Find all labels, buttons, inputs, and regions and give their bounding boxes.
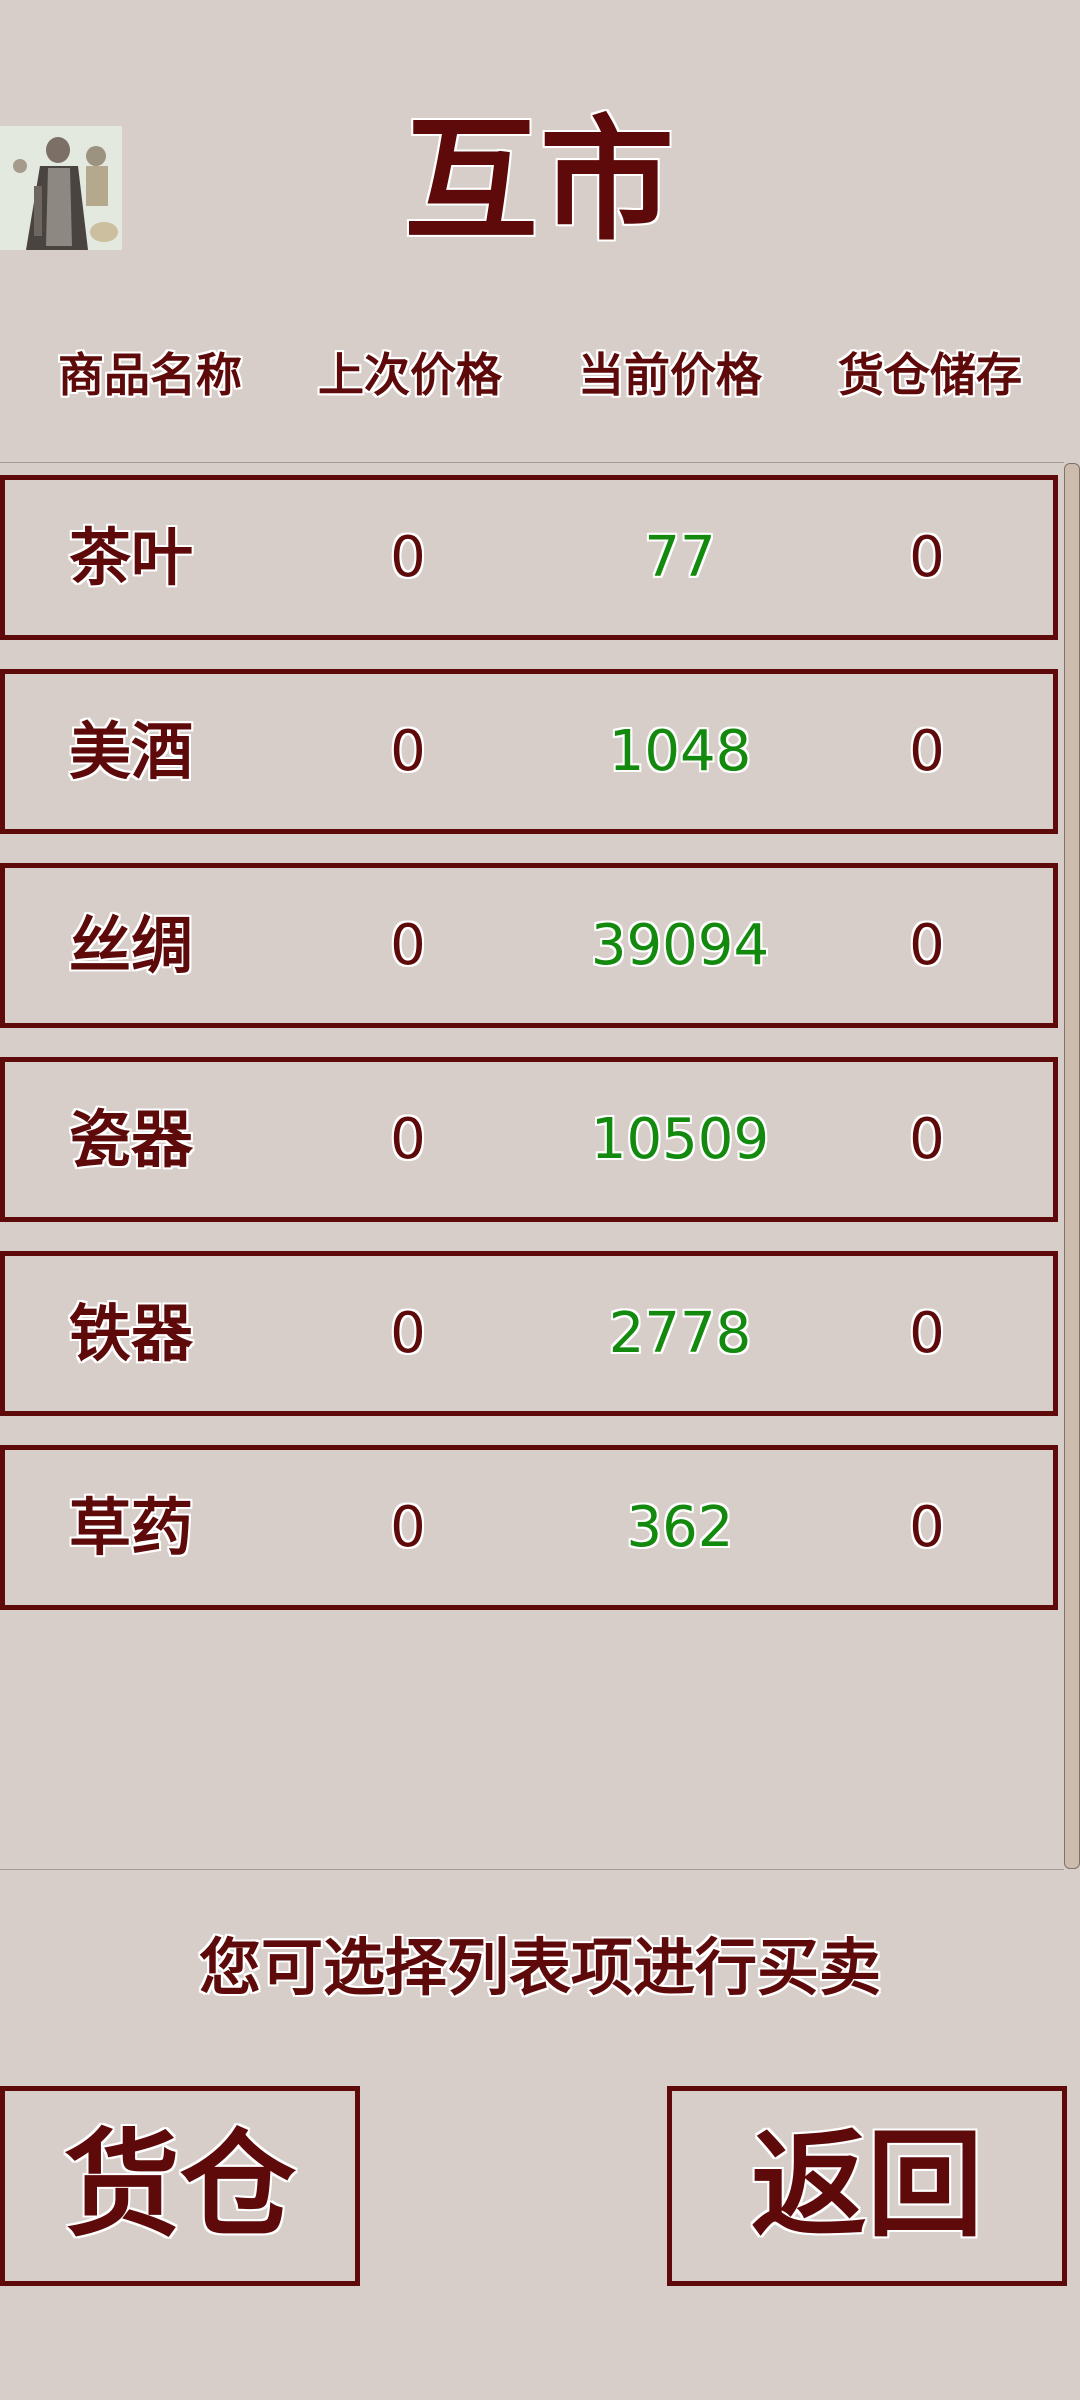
header-item-name: 商品名称 — [58, 348, 242, 402]
last-price: 0 — [390, 1107, 426, 1172]
goods-name: 茶叶 — [69, 521, 194, 594]
goods-row-tea[interactable]: 茶叶 0 77 0 — [0, 475, 1058, 640]
goods-row-silk[interactable]: 丝绸 0 39094 0 — [0, 863, 1058, 1028]
last-price: 0 — [390, 1301, 426, 1366]
goods-name: 美酒 — [69, 715, 194, 788]
goods-list[interactable]: 茶叶 0 77 0 美酒 0 1048 0 丝绸 0 39094 0 瓷器 0 … — [0, 463, 1064, 1869]
stock-count: 0 — [909, 719, 945, 784]
stock-count: 0 — [909, 1495, 945, 1560]
goods-name: 瓷器 — [69, 1103, 194, 1176]
goods-row-porcelain[interactable]: 瓷器 0 10509 0 — [0, 1057, 1058, 1222]
goods-row-herbs[interactable]: 草药 0 362 0 — [0, 1445, 1058, 1610]
column-headers: 商品名称 上次价格 当前价格 货仓储存 — [0, 340, 1080, 410]
header-last-price: 上次价格 — [318, 348, 502, 402]
goods-row-wine[interactable]: 美酒 0 1048 0 — [0, 669, 1058, 834]
back-button[interactable]: 返回 — [667, 2086, 1067, 2286]
last-price: 0 — [390, 913, 426, 978]
header-current-price: 当前价格 — [578, 348, 762, 402]
header-stock: 货仓储存 — [838, 348, 1022, 402]
list-scrollbar[interactable] — [1064, 463, 1080, 1869]
last-price: 0 — [390, 1495, 426, 1560]
stock-count: 0 — [909, 913, 945, 978]
page-title: 互市 — [403, 103, 676, 259]
stock-count: 0 — [909, 525, 945, 590]
list-bottom-divider — [0, 1869, 1064, 1870]
goods-name: 草药 — [69, 1491, 194, 1564]
stock-count: 0 — [909, 1301, 945, 1366]
goods-row-ironware[interactable]: 铁器 0 2778 0 — [0, 1251, 1058, 1416]
last-price: 0 — [390, 719, 426, 784]
trade-hint: 您可选择列表项进行买卖 — [198, 1931, 881, 2004]
goods-name: 铁器 — [69, 1297, 194, 1370]
last-price: 0 — [390, 525, 426, 590]
goods-name: 丝绸 — [69, 909, 194, 982]
warehouse-button[interactable]: 货仓 — [0, 2086, 360, 2286]
stock-count: 0 — [909, 1107, 945, 1172]
